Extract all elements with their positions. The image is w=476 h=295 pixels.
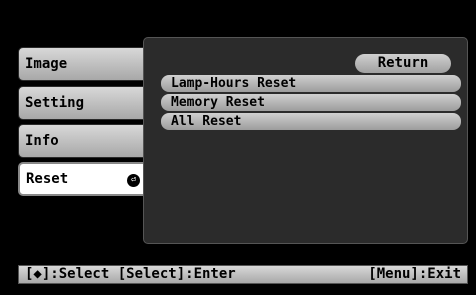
menu-item-reset[interactable]: Reset ⏎ <box>18 162 150 196</box>
menu-item-setting[interactable]: Setting <box>18 86 150 120</box>
menu-item-label: Reset <box>26 171 69 187</box>
enter-icon: ⏎ <box>127 174 140 187</box>
return-button-label: Return <box>377 55 429 71</box>
status-bar: [◆]:Select [Select]:Enter [Menu]:Exit <box>18 265 468 284</box>
menu-item-label: Image <box>25 56 68 72</box>
projector-menu-screen: Image Setting Info Reset ⏎ Return Lamp-H… <box>0 0 476 295</box>
menu-item-label: Setting <box>25 95 85 111</box>
menu-item-label: Info <box>25 133 59 149</box>
option-label: Lamp-Hours Reset <box>171 76 297 91</box>
option-lamp-hours-reset[interactable]: Lamp-Hours Reset <box>161 75 461 92</box>
menu-item-image[interactable]: Image <box>18 47 150 81</box>
menu-item-info[interactable]: Info <box>18 124 150 158</box>
option-label: Memory Reset <box>171 95 265 110</box>
option-memory-reset[interactable]: Memory Reset <box>161 94 461 111</box>
status-hint-select-enter: [◆]:Select [Select]:Enter <box>25 266 236 282</box>
status-hint-exit: [Menu]:Exit <box>368 266 461 282</box>
option-all-reset[interactable]: All Reset <box>161 113 461 130</box>
return-button[interactable]: Return <box>355 54 451 73</box>
option-label: All Reset <box>171 114 242 129</box>
